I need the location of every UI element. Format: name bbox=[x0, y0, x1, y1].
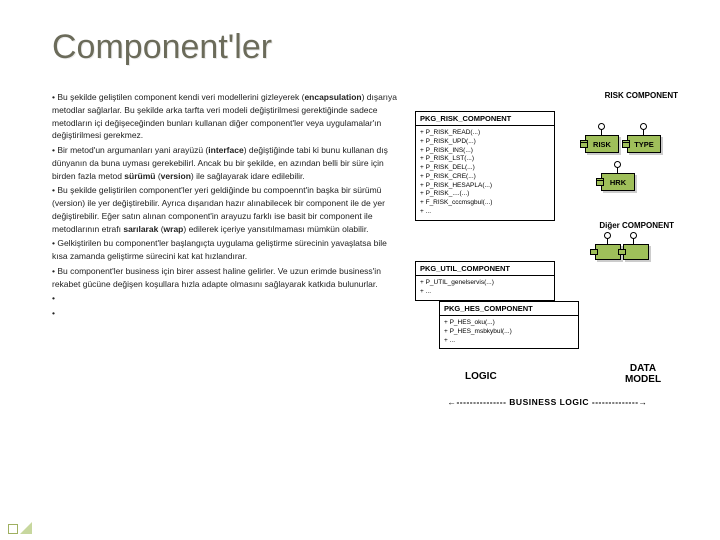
pkg-hes-box: PKG_HES_COMPONENT + P_HES_oku(...) + P_H… bbox=[439, 301, 579, 349]
arrow-right-icon: → bbox=[639, 397, 648, 407]
bullet: • Bu şekilde geliştilen component kendi … bbox=[52, 91, 399, 142]
pkg-risk-head: PKG_RISK_COMPONENT bbox=[416, 112, 554, 126]
bullet: • Gelkiştirilen bu component'ler başlang… bbox=[52, 237, 399, 263]
lollipop bbox=[604, 232, 611, 239]
diger-component-label: Diğer COMPONENT bbox=[599, 221, 674, 230]
logic-label: LOGIC bbox=[465, 371, 497, 382]
pkg-hes-body: + P_HES_oku(...) + P_HES_msbkybul(...) +… bbox=[440, 316, 578, 348]
bullet: • Bu component'ler business için birer a… bbox=[52, 265, 399, 291]
bullet: • bbox=[52, 292, 399, 305]
slide-title: Component'ler bbox=[52, 28, 680, 67]
business-logic-arrow: ←--------------- BUSINESS LOGIC --------… bbox=[415, 397, 680, 407]
risk-component-label: RISK COMPONENT bbox=[605, 91, 678, 100]
slide: Component'ler • Bu şekilde geliştilen co… bbox=[0, 0, 720, 540]
bullet: • bbox=[52, 307, 399, 320]
lollipop bbox=[598, 123, 605, 130]
slide-corner-decoration bbox=[8, 522, 32, 534]
data-model-label: DATA MODEL bbox=[613, 363, 673, 385]
comp-diger-2 bbox=[623, 244, 649, 260]
pkg-util-head: PKG_UTIL_COMPONENT bbox=[416, 262, 554, 276]
pkg-util-box: PKG_UTIL_COMPONENT + P_UTIL_genelservis(… bbox=[415, 261, 555, 301]
pkg-risk-box: PKG_RISK_COMPONENT + P_RISK_READ(...) + … bbox=[415, 111, 555, 221]
bullet: • Bu şekilde geliştirilen component'ler … bbox=[52, 184, 399, 235]
pkg-hes-head: PKG_HES_COMPONENT bbox=[440, 302, 578, 316]
lollipop bbox=[614, 161, 621, 168]
comp-risk: RISK bbox=[585, 135, 619, 153]
comp-hrk: HRK bbox=[601, 173, 635, 191]
bullet-text: • Bu şekilde geliştilen component kendi … bbox=[52, 91, 403, 520]
content-row: • Bu şekilde geliştilen component kendi … bbox=[52, 91, 680, 520]
lollipop bbox=[630, 232, 637, 239]
comp-type: TYPE bbox=[627, 135, 661, 153]
pkg-util-body: + P_UTIL_genelservis(...) + ... bbox=[416, 276, 554, 300]
pkg-risk-body: + P_RISK_READ(...) + P_RISK_UPD(...) + P… bbox=[416, 126, 554, 220]
diagram-area: RISK COMPONENT PKG_RISK_COMPONENT + P_RI… bbox=[415, 91, 680, 520]
lollipop bbox=[640, 123, 647, 130]
arrow-left-icon: ← bbox=[447, 397, 456, 407]
bullet: • Bir metod'un argumanları yani arayüzü … bbox=[52, 144, 399, 182]
